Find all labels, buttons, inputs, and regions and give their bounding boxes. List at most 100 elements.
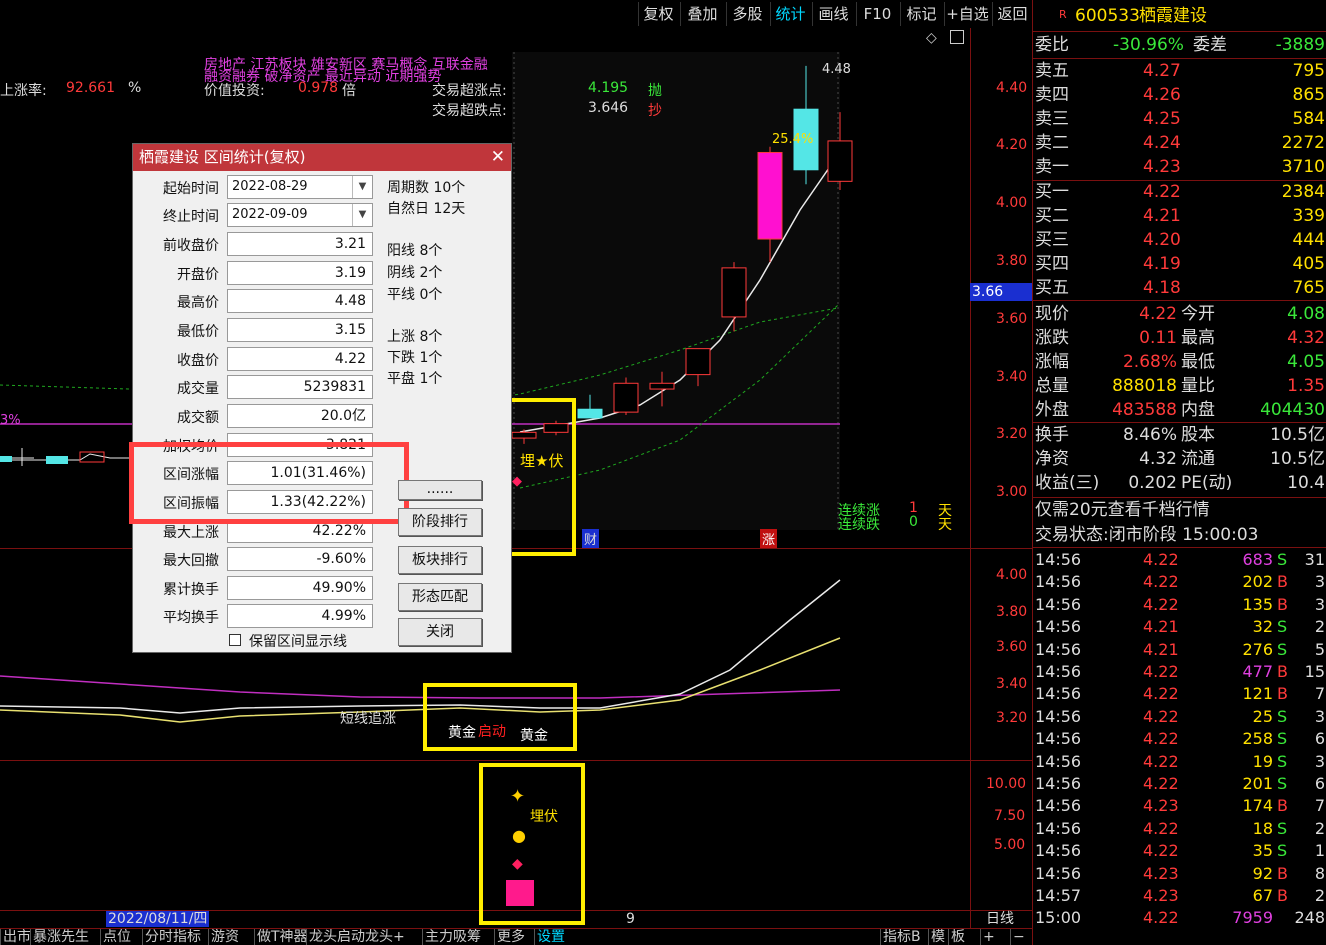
- gold-label-2: 黄金: [520, 728, 548, 744]
- stock-name: 栖霞建设: [1139, 6, 1207, 26]
- tick-side: B: [1277, 796, 1288, 816]
- chevron-down-icon[interactable]: ▼: [352, 176, 372, 198]
- over-fall-value: 3.646: [588, 100, 629, 116]
- start-label: 启动: [478, 724, 506, 740]
- tick-price: 4.23: [1143, 886, 1179, 905]
- stat-label: 今开: [1181, 304, 1215, 324]
- tick-side: B: [1277, 684, 1288, 704]
- orderbook-row[interactable]: 买五 4.18 765: [1033, 277, 1326, 300]
- keep-range-checkbox[interactable]: [229, 634, 241, 646]
- pre-range-candles: [0, 448, 105, 466]
- sub2-y-tick-5: 5.00: [994, 837, 1026, 853]
- tick-row: 14:56 4.21 32 S 2: [1033, 616, 1326, 638]
- stat-value: 10.4: [1287, 473, 1325, 493]
- tick-volume: 121: [1242, 684, 1273, 704]
- period-daily-button[interactable]: 日线: [986, 911, 1014, 927]
- value-invest-unit: 倍: [342, 83, 356, 99]
- weicha-label: 委差: [1193, 35, 1227, 55]
- bottom-tab[interactable]: 点位: [100, 929, 131, 945]
- tick-volume: 202: [1242, 572, 1273, 592]
- stage-ranking-button[interactable]: 阶段排行: [398, 508, 482, 536]
- bottom-tab[interactable]: 设置: [534, 929, 565, 945]
- candle-body: [613, 382, 639, 413]
- orderbook-row[interactable]: 卖一 4.23 3710: [1033, 156, 1326, 179]
- end-time-value: 2022-09-09: [232, 207, 308, 222]
- thousand-level-notice[interactable]: 仅需20元查看千档行情: [1035, 499, 1210, 522]
- stock-code: 600533: [1075, 6, 1140, 26]
- tick-price: 4.22: [1143, 841, 1179, 861]
- tick-count: 248: [1294, 908, 1325, 928]
- stat-label: 涨幅: [1035, 352, 1069, 372]
- orderbook-row[interactable]: 买二 4.21 339: [1033, 205, 1326, 228]
- orderbook-row[interactable]: 卖二 4.24 2272: [1033, 132, 1326, 155]
- bottom-right-tab[interactable]: 板: [948, 929, 965, 945]
- stat-value: 4.32: [1287, 328, 1325, 348]
- tick-count: 15: [1304, 662, 1325, 681]
- consecutive-down-label: 连续跌: [838, 517, 880, 533]
- orderbook-row[interactable]: 买三 4.20 444: [1033, 229, 1326, 252]
- tick-count: 7: [1314, 684, 1325, 704]
- orderbook-row[interactable]: 买一 4.22 2384: [1033, 181, 1326, 204]
- orderbook-row[interactable]: 卖五 4.27 795: [1033, 60, 1326, 83]
- tick-row: 14:56 4.22 201 S 6: [1033, 773, 1326, 795]
- tick-time: 14:56: [1035, 550, 1082, 569]
- bottom-tab[interactable]: 龙头启动龙头+: [306, 929, 405, 945]
- level-volume: 865: [1292, 85, 1325, 105]
- bottom-right-tab[interactable]: 指标B: [880, 929, 921, 945]
- tick-price: 4.22: [1143, 706, 1179, 726]
- field-label: 最低价: [177, 324, 219, 340]
- start-time-value: 2022-08-29: [232, 179, 308, 194]
- bottom-tab[interactable]: 做T神器: [254, 929, 308, 945]
- pattern-match-button[interactable]: 形态匹配: [398, 583, 482, 611]
- level-price: 4.18: [1143, 278, 1181, 298]
- orderbook-row[interactable]: 卖四 4.26 865: [1033, 84, 1326, 107]
- tick-count: 6: [1314, 729, 1325, 749]
- tick-price: 4.22: [1143, 729, 1179, 749]
- close-icon[interactable]: ✕: [491, 146, 505, 168]
- chevron-down-icon[interactable]: ▼: [352, 204, 372, 226]
- level-volume: 2384: [1281, 182, 1325, 202]
- tick-row: 14:56 4.22 477 B 15: [1033, 661, 1326, 683]
- stat-label: 股本: [1181, 425, 1215, 445]
- stat-label: 净资: [1035, 449, 1069, 469]
- finance-mark: 财: [582, 529, 600, 548]
- sector-ranking-button[interactable]: 板块排行: [398, 546, 482, 574]
- orderbook-row[interactable]: 卖三 4.25 584: [1033, 108, 1326, 131]
- bottom-right-tab[interactable]: +: [980, 929, 995, 945]
- dialog-close-button[interactable]: 关闭: [398, 618, 482, 646]
- tick-count: 7: [1314, 796, 1325, 816]
- bottom-right-tab[interactable]: −: [1010, 929, 1025, 945]
- bottom-tab[interactable]: 主力吸筹: [422, 929, 481, 945]
- tick-side: S: [1277, 617, 1288, 637]
- bottom-tab[interactable]: 分时指标: [142, 929, 201, 945]
- level-volume: 444: [1292, 230, 1325, 250]
- bottom-tab[interactable]: 游资: [208, 929, 239, 945]
- start-time-select[interactable]: 2022-08-29 ▼: [227, 175, 373, 199]
- tick-volume: 35: [1252, 841, 1273, 861]
- bottom-right-tab[interactable]: 模: [928, 929, 945, 945]
- stat-label: 最高: [1181, 328, 1215, 348]
- yang-count: 阳线 8个: [387, 243, 443, 259]
- bottom-tab[interactable]: 暴涨先生: [30, 929, 89, 945]
- notice-row[interactable]: 仅需20元查看千档行情: [1033, 499, 1326, 522]
- tick-side: B: [1277, 572, 1288, 592]
- more-button[interactable]: ......: [398, 480, 482, 500]
- field-value: 3.21: [227, 232, 373, 256]
- field-value: 4.22: [227, 347, 373, 371]
- tick-count: 3: [1314, 751, 1325, 771]
- field-value: 4.99%: [227, 604, 373, 628]
- stat-row: 总量 888018 量比 1.35: [1033, 375, 1326, 398]
- level-price: 4.19: [1143, 254, 1181, 274]
- bottom-tab[interactable]: 出市: [0, 929, 31, 945]
- tick-volume: 683: [1242, 550, 1273, 569]
- tick-price: 4.21: [1143, 617, 1179, 637]
- bottom-tab[interactable]: 更多: [494, 929, 525, 945]
- orderbook-row[interactable]: 买四 4.19 405: [1033, 253, 1326, 276]
- high-price-mark: 4.48: [822, 62, 851, 77]
- tick-count: 31: [1304, 550, 1325, 569]
- end-time-select[interactable]: 2022-09-09 ▼: [227, 203, 373, 227]
- sub1-y-tick-3.80: 3.80: [996, 604, 1028, 620]
- field-label: 前收盘价: [163, 238, 219, 254]
- tick-row: 14:56 4.21 276 S 5: [1033, 639, 1326, 661]
- tick-count: 5: [1314, 639, 1325, 659]
